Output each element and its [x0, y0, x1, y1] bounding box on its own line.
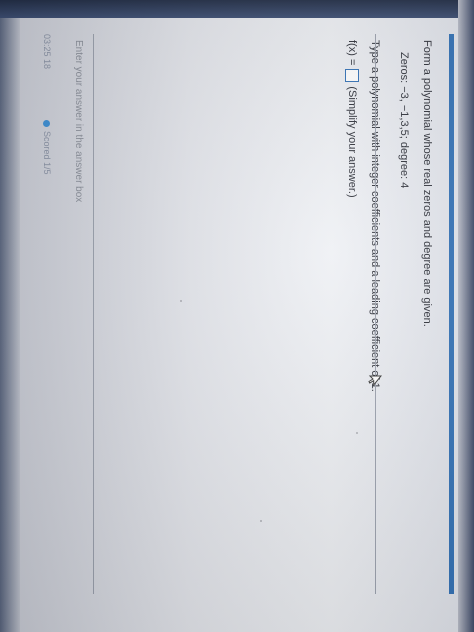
answer-note: (Simplify your answer.) [346, 86, 359, 198]
answer-row: f(x) = (Simplify your answer.) [344, 40, 359, 580]
screen-dust-speck [356, 432, 358, 434]
answer-prefix: f(x) = [346, 40, 359, 66]
answer-input[interactable] [344, 69, 359, 83]
header-accent-bar [449, 34, 454, 594]
score-indicator: Scored 1/5 [42, 120, 52, 175]
question-prompt: Form a polynomial whose real zeros and d… [421, 40, 433, 327]
answer-hint: Enter your answer in the answer box [73, 40, 84, 203]
screen-dust-speck [180, 300, 182, 302]
mouse-pointer-icon [368, 375, 382, 387]
photo-frame: Form a polynomial whose real zeros and d… [0, 0, 474, 632]
question-divider [375, 34, 376, 594]
screen-dust-speck [260, 520, 262, 522]
footer-left-text: 03:25 18 [42, 34, 52, 70]
question-screen: Form a polynomial whose real zeros and d… [24, 0, 474, 600]
monitor-bezel-left [0, 0, 20, 632]
score-text: Scored 1/5 [42, 131, 52, 175]
footer-divider [93, 34, 94, 594]
question-panel: Form a polynomial whose real zeros and d… [344, 34, 434, 594]
status-dot-icon [43, 120, 51, 127]
question-given: Zeros: −3, −1,3,5; degree: 4 [397, 52, 410, 189]
